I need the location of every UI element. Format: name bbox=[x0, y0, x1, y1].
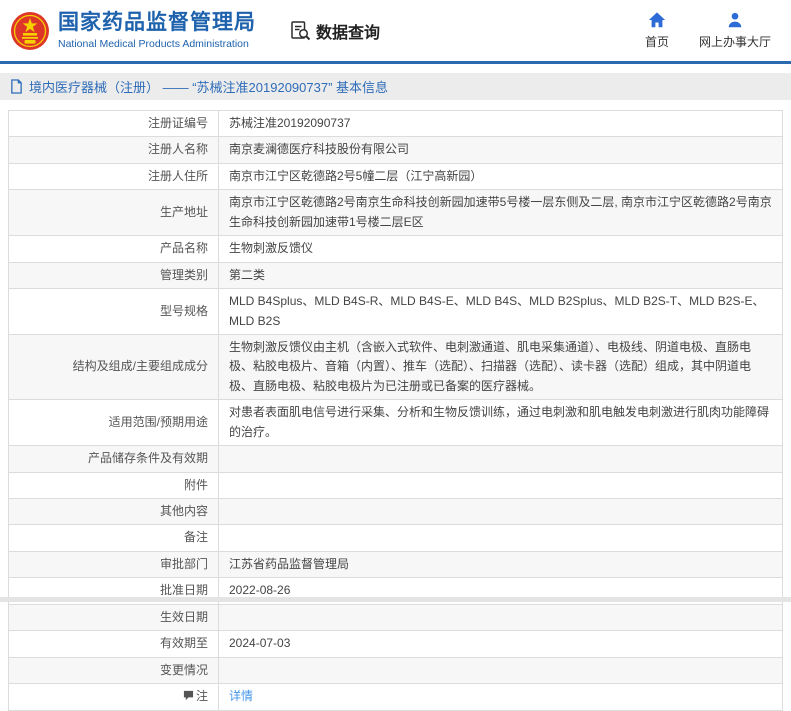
row-value bbox=[218, 497, 783, 526]
row-label-text: 批准日期 bbox=[159, 583, 208, 598]
row-label: 注册证编号 bbox=[8, 109, 219, 138]
table-row: 审批部门 江苏省药品监督管理局 bbox=[8, 550, 783, 579]
table-row: 注册证编号 苏械注准20192090737 bbox=[8, 109, 783, 138]
row-label-text: 变更情况 bbox=[159, 662, 208, 677]
table-row: 生效日期 bbox=[8, 603, 783, 632]
row-label: 生产地址 bbox=[8, 189, 219, 237]
nav-home-label: 首页 bbox=[644, 35, 669, 49]
agency-name: 国家药品监督管理局 bbox=[58, 11, 256, 35]
nav-home[interactable]: 首页 bbox=[645, 11, 669, 50]
detail-link[interactable]: 详情 bbox=[229, 689, 253, 703]
row-value bbox=[218, 524, 783, 552]
row-label-text: 有效期至 bbox=[159, 636, 208, 651]
row-label: 产品名称 bbox=[8, 235, 219, 263]
table-row: 变更情况 bbox=[8, 656, 783, 685]
row-label-text: 产品储存条件及有效期 bbox=[87, 451, 208, 466]
breadcrumb: 境内医疗器械（注册） —— “苏械注准20192090737” 基本信息 bbox=[0, 73, 791, 100]
row-label: 有效期至 bbox=[8, 630, 219, 658]
info-table-body: 注册证编号 苏械注准20192090737 注册人名称 南京麦澜德医疗科技股份有限公司… bbox=[8, 109, 783, 711]
site-header: 国家药品监督管理局 National Medical Products Admi… bbox=[0, 0, 791, 64]
table-row: 附件 bbox=[8, 471, 783, 500]
row-label-text: 注册证编号 bbox=[147, 116, 208, 130]
agency-name-en: National Medical Products Administration bbox=[58, 37, 249, 50]
row-label: 生效日期 bbox=[8, 603, 219, 632]
breadcrumb-text: 境内医疗器械（注册） —— “苏械注准20192090737” 基本信息 bbox=[29, 80, 389, 95]
row-label-text: 生产地址 bbox=[159, 205, 208, 220]
table-row: 注 详情 bbox=[8, 683, 783, 711]
row-value: 生物刺激反馈仪由主机（含嵌入式软件、电刺激通道、肌电采集通道）、电极线、阴道电极… bbox=[218, 333, 783, 401]
agency-name-block: 国家药品监督管理局 National Medical Products Admi… bbox=[58, 11, 256, 49]
row-label: 变更情况 bbox=[8, 656, 219, 685]
data-query-label: 数据查询 bbox=[316, 24, 381, 42]
table-row: 产品名称 生物刺激反馈仪 bbox=[8, 235, 783, 263]
row-label: 结构及组成/主要组成成分 bbox=[8, 333, 219, 401]
table-row: 管理类别 第二类 bbox=[8, 261, 783, 290]
table-row: 其他内容 bbox=[8, 497, 783, 526]
agency-logo-brand[interactable]: 国家药品监督管理局 National Medical Products Admi… bbox=[10, 11, 256, 51]
note-icon bbox=[183, 690, 194, 701]
row-value bbox=[218, 603, 783, 632]
national-emblem-icon bbox=[10, 11, 50, 51]
header-nav: 首页 网上办事大厅 bbox=[645, 11, 777, 50]
row-label: 注 bbox=[8, 683, 219, 711]
table-row: 注册人名称 南京麦澜德医疗科技股份有限公司 bbox=[8, 136, 783, 164]
row-label-text: 审批部门 bbox=[159, 556, 208, 571]
row-label: 审批部门 bbox=[8, 550, 219, 579]
row-label-text: 其他内容 bbox=[159, 504, 208, 518]
row-label-text: 管理类别 bbox=[159, 267, 208, 282]
row-label-text: 注册人住所 bbox=[147, 168, 208, 183]
row-label: 注册人住所 bbox=[8, 162, 219, 191]
row-value: 生物刺激反馈仪 bbox=[218, 235, 783, 263]
row-label-text: 注册人名称 bbox=[147, 142, 208, 157]
row-label: 注册人名称 bbox=[8, 136, 219, 164]
row-value bbox=[218, 445, 783, 473]
table-row: 生产地址 南京市江宁区乾德路2号南京生命科技创新园加速带5号楼一层东侧及二层, 南… bbox=[8, 189, 783, 237]
row-label-text: 备注 bbox=[183, 530, 208, 545]
table-row: 备注 bbox=[8, 524, 783, 552]
row-label-text: 型号规格 bbox=[159, 303, 208, 318]
nav-service-hall-label: 网上办事大厅 bbox=[698, 35, 771, 49]
row-value: 苏械注准20192090737 bbox=[218, 109, 783, 138]
row-label: 产品储存条件及有效期 bbox=[8, 445, 219, 473]
row-label-text: 结构及组成/主要组成成分 bbox=[72, 359, 208, 374]
main-content: 注册证编号 苏械注准20192090737 注册人名称 南京麦澜德医疗科技股份有限公司… bbox=[0, 100, 791, 711]
table-row: 注册人住所 南京市江宁区乾德路2号5幢二层（江宁高新园） bbox=[8, 162, 783, 191]
row-value: 南京市江宁区乾德路2号5幢二层（江宁高新园） bbox=[218, 162, 783, 191]
data-query-title: 数据查询 bbox=[290, 19, 380, 43]
nav-service-hall[interactable]: 网上办事大厅 bbox=[699, 11, 771, 50]
home-icon bbox=[648, 11, 666, 29]
row-value: 江苏省药品监督管理局 bbox=[218, 550, 783, 579]
row-label: 附件 bbox=[8, 471, 219, 500]
row-label: 型号规格 bbox=[8, 288, 219, 335]
document-search-icon bbox=[290, 20, 311, 41]
info-table: 注册证编号 苏械注准20192090737 注册人名称 南京麦澜德医疗科技股份有限公司… bbox=[8, 109, 783, 711]
row-label: 其他内容 bbox=[8, 497, 219, 526]
table-row: 结构及组成/主要组成成分 生物刺激反馈仪由主机（含嵌入式软件、电刺激通道、肌电采集… bbox=[8, 333, 783, 401]
row-value: 第二类 bbox=[218, 261, 783, 290]
row-value: 南京麦澜德医疗科技股份有限公司 bbox=[218, 136, 783, 164]
document-icon bbox=[10, 79, 23, 94]
row-label: 适用范围/预期用途 bbox=[8, 399, 219, 447]
table-row: 适用范围/预期用途 对患者表面肌电信号进行采集、分析和生物反馈训练，通过电刺激和肌… bbox=[8, 399, 783, 447]
row-value bbox=[218, 656, 783, 685]
table-row: 型号规格 MLD B4Splus、MLD B4S-R、MLD B4S-E、MLD … bbox=[8, 288, 783, 335]
row-label: 管理类别 bbox=[8, 261, 219, 290]
footer-strip bbox=[0, 597, 791, 602]
row-label-text: 生效日期 bbox=[159, 609, 208, 624]
table-row: 产品储存条件及有效期 bbox=[8, 445, 783, 473]
row-value: 对患者表面肌电信号进行采集、分析和生物反馈训练，通过电刺激和肌电触发电刺激进行肌… bbox=[218, 399, 783, 447]
row-value: 南京市江宁区乾德路2号南京生命科技创新园加速带5号楼一层东侧及二层, 南京市江宁… bbox=[218, 189, 783, 237]
row-value: MLD B4Splus、MLD B4S-R、MLD B4S-E、MLD B4S、… bbox=[218, 288, 783, 335]
row-label-text: 适用范围/预期用途 bbox=[108, 414, 208, 429]
row-label-text: 注 bbox=[195, 689, 208, 704]
table-row: 有效期至 2024-07-03 bbox=[8, 630, 783, 658]
row-label-text: 产品名称 bbox=[159, 241, 208, 256]
row-value: 详情 bbox=[218, 683, 783, 711]
row-value bbox=[218, 471, 783, 500]
row-label-text: 附件 bbox=[183, 477, 208, 492]
row-label: 备注 bbox=[8, 524, 219, 552]
person-icon bbox=[726, 11, 744, 29]
row-value: 2024-07-03 bbox=[218, 630, 783, 658]
